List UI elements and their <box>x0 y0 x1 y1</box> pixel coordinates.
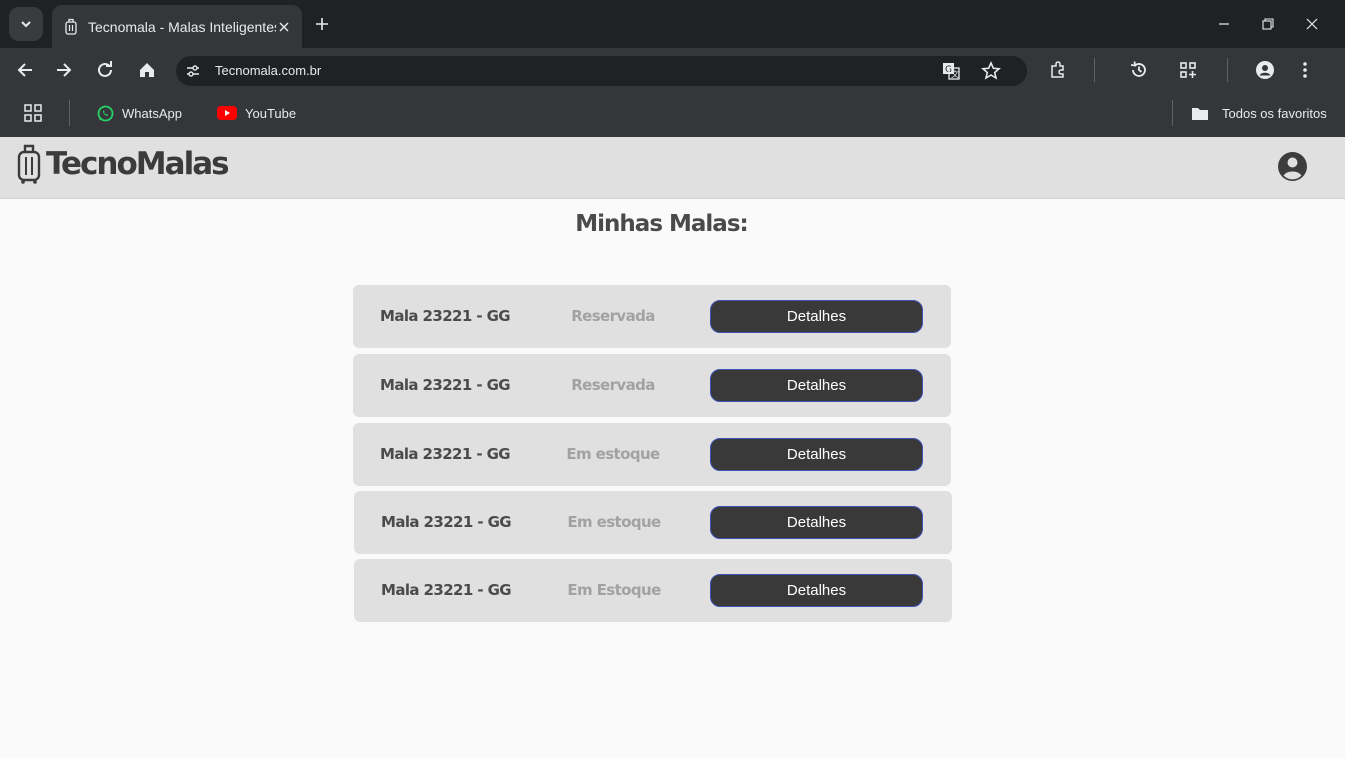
home-button[interactable] <box>134 57 160 83</box>
browser-toolbar: Tecnomala.com.br G文 <box>0 48 1345 92</box>
details-button[interactable]: Detalhes <box>710 574 923 607</box>
apps-shortcut-button[interactable] <box>24 102 42 124</box>
bookmarks-divider <box>69 100 70 126</box>
site-settings-icon[interactable] <box>181 59 205 83</box>
minimize-button[interactable] <box>1212 12 1236 36</box>
luggage-card: Mala 23221 - GG Reservada Detalhes <box>353 354 951 417</box>
close-icon <box>1306 18 1318 30</box>
all-bookmarks-label: Todos os favoritos <box>1222 105 1327 121</box>
details-button[interactable]: Detalhes <box>710 369 923 402</box>
luggage-name: Mala 23221 - GG <box>380 376 511 394</box>
luggage-status: Em estoque <box>566 445 660 463</box>
close-window-button[interactable] <box>1300 12 1324 36</box>
tab-search-button[interactable] <box>9 7 43 41</box>
luggage-card: Mala 23221 - GG Reservada Detalhes <box>353 285 951 348</box>
luggage-status: Reservada <box>571 376 655 394</box>
puzzle-icon <box>1051 61 1064 78</box>
more-vertical-icon <box>1303 62 1307 78</box>
user-profile-icon[interactable] <box>1277 151 1308 182</box>
apps-grid-icon <box>1180 62 1196 78</box>
chevron-down-icon <box>21 21 31 28</box>
apps-grid-icon <box>24 104 42 122</box>
luggage-card: Mala 23221 - GG Em estoque Detalhes <box>354 491 952 554</box>
minimize-icon <box>1219 23 1229 25</box>
plus-icon <box>316 18 328 30</box>
back-button[interactable] <box>12 57 38 83</box>
logo[interactable]: TecnoMalas <box>16 144 230 184</box>
bookmark-label: YouTube <box>245 105 297 121</box>
luggage-name: Mala 23221 - GG <box>380 307 511 325</box>
youtube-icon <box>217 106 237 120</box>
tab-title: Tecnomala - Malas Inteligentes <box>88 18 276 35</box>
bookmark-whatsapp[interactable]: WhatsApp <box>97 102 182 124</box>
luggage-name: Mala 23221 - GG <box>381 581 512 599</box>
arrow-right-icon <box>57 63 72 77</box>
luggage-status: Em estoque <box>567 513 661 531</box>
menu-button[interactable] <box>1292 57 1318 83</box>
new-tab-button[interactable] <box>311 13 333 35</box>
extensions-button[interactable] <box>1045 57 1071 83</box>
bookmark-youtube[interactable]: YouTube <box>217 102 296 124</box>
apps-button[interactable] <box>1175 57 1201 83</box>
logo-text: TecnoMalas <box>46 146 230 182</box>
svg-text:文: 文 <box>951 69 959 79</box>
bookmark-label: WhatsApp <box>122 105 182 121</box>
bookmark-star-icon[interactable] <box>979 59 1003 83</box>
luggage-logo-icon <box>17 144 41 184</box>
translate-icon[interactable]: G文 <box>939 59 963 83</box>
luggage-status: Em Estoque <box>567 581 661 599</box>
forward-button[interactable] <box>51 57 77 83</box>
tab-close-icon[interactable] <box>276 19 292 35</box>
details-button[interactable]: Detalhes <box>710 300 923 333</box>
luggage-card: Mala 23221 - GG Em estoque Detalhes <box>353 423 951 486</box>
reload-button[interactable] <box>92 57 118 83</box>
address-bar[interactable]: Tecnomala.com.br G文 <box>176 56 1027 86</box>
luggage-name: Mala 23221 - GG <box>380 445 511 463</box>
all-bookmarks-button[interactable]: Todos os favoritos <box>1191 102 1327 124</box>
page-title: Minhas Malas: <box>575 211 748 237</box>
reload-icon <box>98 61 112 77</box>
luggage-favicon-icon <box>62 18 80 36</box>
toolbar-divider <box>1094 58 1095 82</box>
luggage-name: Mala 23221 - GG <box>381 513 512 531</box>
home-icon <box>140 63 154 77</box>
restore-button[interactable] <box>1256 12 1280 36</box>
browser-tab-active[interactable]: Tecnomala - Malas Inteligentes <box>52 5 302 48</box>
whatsapp-icon <box>97 105 114 122</box>
history-button[interactable] <box>1126 57 1152 83</box>
arrow-left-icon <box>17 63 32 77</box>
profile-button[interactable] <box>1252 57 1278 83</box>
app-header: TecnoMalas <box>0 137 1345 199</box>
url-text: Tecnomala.com.br <box>215 63 322 78</box>
restore-icon <box>1262 18 1274 30</box>
history-icon <box>1130 61 1146 77</box>
luggage-status: Reservada <box>571 307 655 325</box>
luggage-card: Mala 23221 - GG Em Estoque Detalhes <box>354 559 952 622</box>
details-button[interactable]: Detalhes <box>710 438 923 471</box>
folder-icon <box>1191 106 1209 121</box>
bookmarks-divider <box>1172 100 1173 126</box>
tab-strip: Tecnomala - Malas Inteligentes <box>0 0 1345 48</box>
details-button[interactable]: Detalhes <box>710 506 923 539</box>
bookmarks-bar: WhatsApp YouTube Todos os favoritos <box>0 92 1345 137</box>
account-circle-icon <box>1256 61 1274 79</box>
toolbar-divider <box>1227 58 1228 82</box>
